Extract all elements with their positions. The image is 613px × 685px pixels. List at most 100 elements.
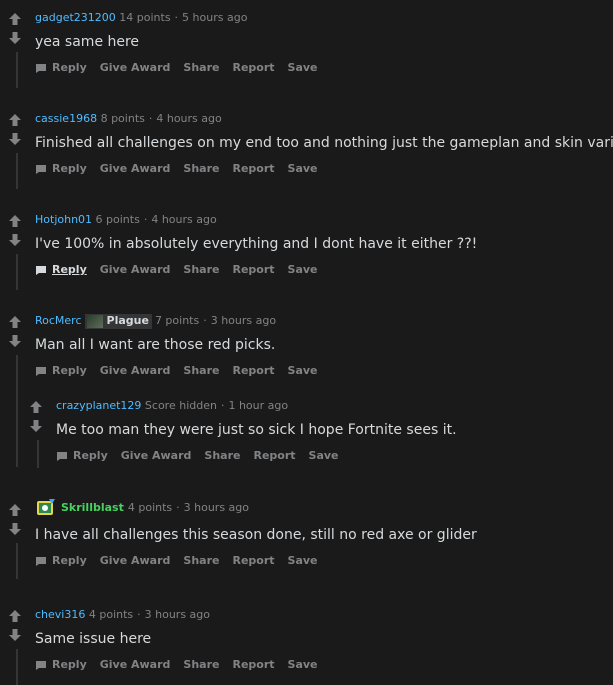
reply-button[interactable]: Reply — [35, 262, 87, 278]
comment-bubble-icon — [35, 366, 47, 377]
flair-image-icon — [86, 314, 103, 328]
save-button[interactable]: Save — [309, 448, 339, 464]
report-button[interactable]: Report — [232, 363, 274, 379]
upvote-arrow-icon[interactable] — [8, 214, 24, 230]
upvote-arrow-icon[interactable] — [8, 315, 24, 331]
meta-separator: · — [148, 112, 153, 125]
report-button[interactable]: Report — [232, 60, 274, 76]
share-button[interactable]: Share — [183, 161, 219, 177]
comment-author[interactable]: RocMerc — [35, 313, 82, 329]
thread-line[interactable] — [37, 440, 39, 468]
comment-meta: gadget231200 14 points · 5 hours ago — [35, 10, 607, 26]
comment-time[interactable]: 3 hours ago — [184, 500, 249, 516]
thread-line[interactable] — [16, 153, 18, 189]
reply-button[interactable]: Reply — [35, 60, 87, 76]
share-button[interactable]: Share — [183, 60, 219, 76]
give-award-button[interactable]: Give Award — [100, 363, 171, 379]
comment-meta: chevi316 4 points · 3 hours ago — [35, 607, 607, 623]
reply-label: Reply — [73, 449, 108, 462]
comment-time[interactable]: 5 hours ago — [182, 11, 247, 24]
thread-line[interactable] — [16, 355, 18, 467]
reply-button[interactable]: Reply — [35, 363, 87, 379]
downvote-arrow-icon[interactable] — [8, 522, 24, 538]
comment: Hotjohn01 6 points · 4 hours ago I've 100%… — [0, 212, 613, 302]
comment-meta: cassie1968 8 points · 4 hours ago — [35, 111, 607, 127]
give-award-button[interactable]: Give Award — [100, 161, 171, 177]
comment-points: 4 points — [127, 501, 173, 514]
comment-author[interactable]: chevi316 — [35, 608, 85, 621]
comment-time[interactable]: 3 hours ago — [211, 313, 276, 329]
thread-line[interactable] — [16, 52, 18, 88]
report-button[interactable]: Report — [253, 448, 295, 464]
share-button[interactable]: Share — [204, 448, 240, 464]
comment-actions: Reply Give Award Share Report Save — [56, 448, 607, 464]
give-award-button[interactable]: Give Award — [121, 448, 192, 464]
downvote-arrow-icon[interactable] — [8, 233, 24, 249]
comment-author[interactable]: gadget231200 — [35, 11, 116, 24]
comment-meta: RocMerc Plague 7 points · 3 hours ago — [35, 313, 607, 329]
comment-points: 6 points — [95, 213, 140, 226]
comment-author[interactable]: Hotjohn01 — [35, 213, 92, 226]
report-button[interactable]: Report — [232, 553, 274, 569]
give-award-button[interactable]: Give Award — [100, 60, 171, 76]
comment-meta: Hotjohn01 6 points · 4 hours ago — [35, 212, 607, 228]
reply-button[interactable]: Reply — [35, 553, 87, 569]
comment-points: 8 points — [100, 112, 145, 125]
meta-separator: · — [176, 501, 180, 514]
report-button[interactable]: Report — [232, 262, 274, 278]
reply-button[interactable]: Reply — [35, 657, 87, 673]
share-button[interactable]: Share — [183, 657, 219, 673]
thread-line[interactable] — [16, 254, 18, 290]
comment: RocMerc Plague 7 points · 3 hours ago Man … — [0, 313, 613, 473]
give-award-button[interactable]: Give Award — [100, 553, 171, 569]
comment-author[interactable]: crazyplanet129 — [56, 399, 141, 412]
meta-separator: · — [137, 608, 141, 621]
comment-time[interactable]: 3 hours ago — [145, 608, 210, 621]
downvote-arrow-icon[interactable] — [8, 31, 24, 47]
save-button[interactable]: Save — [288, 363, 318, 379]
comment-actions: Reply Give Award Share Report Save — [35, 161, 607, 177]
thread-line[interactable] — [16, 649, 18, 685]
user-avatar[interactable] — [35, 497, 57, 519]
upvote-arrow-icon[interactable] — [29, 400, 45, 416]
share-button[interactable]: Share — [183, 553, 219, 569]
nested-comment: crazyplanet129 Score hidden · 1 hour ago M… — [21, 398, 613, 468]
save-button[interactable]: Save — [288, 657, 318, 673]
comment-author[interactable]: cassie1968 — [35, 112, 97, 125]
upvote-arrow-icon[interactable] — [8, 12, 24, 28]
save-button[interactable]: Save — [288, 161, 318, 177]
share-button[interactable]: Share — [183, 262, 219, 278]
report-button[interactable]: Report — [232, 161, 274, 177]
downvote-arrow-icon[interactable] — [8, 334, 24, 350]
upvote-arrow-icon[interactable] — [8, 113, 24, 129]
comment-time[interactable]: 4 hours ago — [151, 213, 216, 226]
save-button[interactable]: Save — [288, 262, 318, 278]
downvote-arrow-icon[interactable] — [8, 132, 24, 148]
comment: chevi316 4 points · 3 hours ago Same issue… — [0, 607, 613, 685]
report-button[interactable]: Report — [232, 657, 274, 673]
give-award-button[interactable]: Give Award — [100, 657, 171, 673]
comment-points: 4 points — [88, 608, 134, 621]
thread-line[interactable] — [16, 543, 18, 579]
comment-text: Same issue here — [35, 631, 152, 647]
reply-label: Reply — [52, 263, 87, 276]
save-button[interactable]: Save — [288, 553, 318, 569]
comment-time[interactable]: 1 hour ago — [228, 399, 288, 412]
downvote-arrow-icon[interactable] — [8, 628, 24, 644]
downvote-arrow-icon[interactable] — [29, 419, 45, 435]
comment-meta: Skrillblast 4 points · 3 hours ago — [35, 497, 607, 519]
upvote-arrow-icon[interactable] — [8, 609, 24, 625]
upvote-arrow-icon[interactable] — [8, 503, 24, 519]
reply-button[interactable]: Reply — [35, 161, 87, 177]
share-button[interactable]: Share — [183, 363, 219, 379]
give-award-button[interactable]: Give Award — [100, 262, 171, 278]
reply-button[interactable]: Reply — [56, 448, 108, 464]
comment-actions: Reply Give Award Share Report Save — [35, 657, 607, 673]
comment-author[interactable]: Skrillblast — [61, 500, 124, 516]
comment-meta: crazyplanet129 Score hidden · 1 hour ago — [56, 398, 607, 414]
comment-text: Man all I want are those red picks. — [35, 337, 276, 353]
save-button[interactable]: Save — [288, 60, 318, 76]
comment-time[interactable]: 4 hours ago — [156, 112, 221, 125]
comment-actions: Reply Give Award Share Report Save — [35, 60, 607, 76]
comment-bubble-icon — [35, 660, 47, 671]
